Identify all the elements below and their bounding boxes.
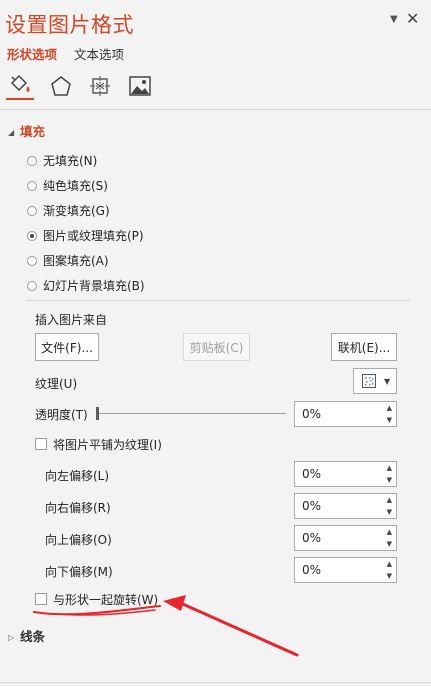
line-section-header[interactable]: ▷ 线条	[8, 626, 45, 645]
divider	[0, 682, 431, 683]
expand-arrow-icon: ▷	[8, 633, 15, 642]
annotation-arrow	[33, 595, 299, 657]
line-section-label: 线条	[20, 629, 46, 644]
